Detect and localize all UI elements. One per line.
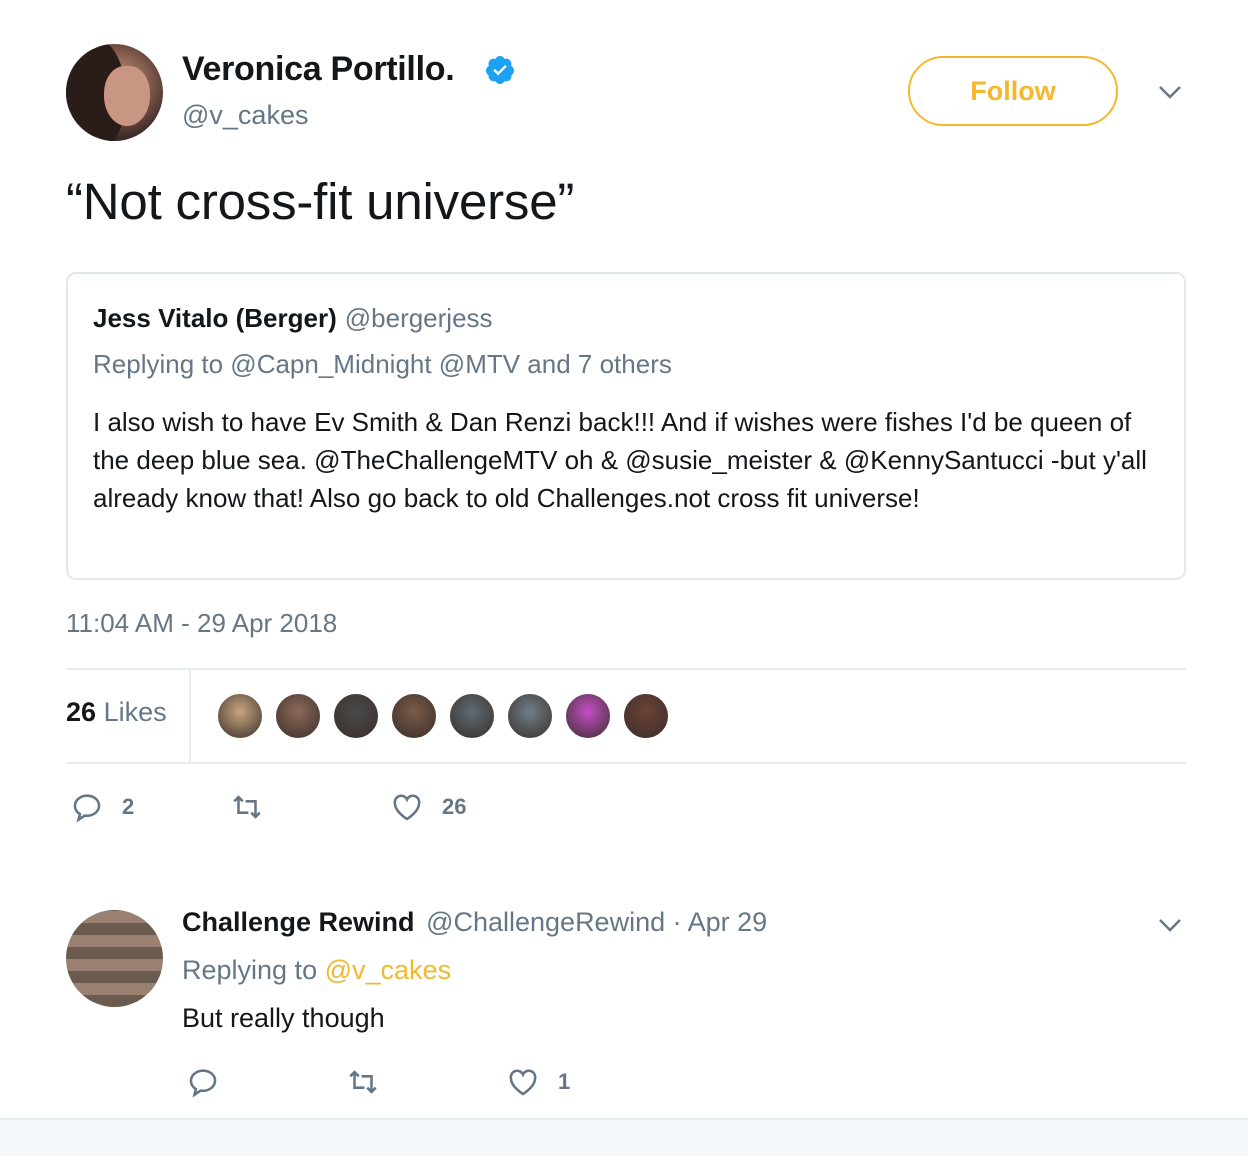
- quoted-tweet-author: Jess Vitalo (Berger) @bergerjess: [93, 303, 493, 334]
- reply-icon: [189, 1069, 217, 1098]
- reply-count: 2: [122, 794, 135, 819]
- liker-avatar[interactable]: [332, 692, 380, 740]
- reply-button[interactable]: [186, 1065, 238, 1099]
- retweet-icon: [233, 795, 261, 819]
- reply-text: But really though: [182, 1003, 385, 1033]
- quoted-author-handle: @bergerjess: [344, 303, 493, 333]
- footer-band: [0, 1118, 1248, 1156]
- tweet-timestamp[interactable]: 11:04 AM - 29 Apr 2018: [66, 608, 337, 639]
- liker-avatar[interactable]: [274, 692, 322, 740]
- like-button[interactable]: 26: [390, 790, 466, 824]
- reply-icon: [73, 794, 101, 823]
- quoted-author-name: Jess Vitalo (Berger): [93, 303, 337, 333]
- reply-replying-to: Replying to @v_cakes: [182, 955, 451, 986]
- like-count: 1: [558, 1069, 571, 1094]
- replying-prefix: Replying to: [182, 955, 318, 985]
- liker-avatar[interactable]: [564, 692, 612, 740]
- follow-button[interactable]: Follow: [908, 56, 1118, 126]
- verified-badge-icon: [485, 56, 514, 84]
- likes-number: 26: [66, 697, 97, 727]
- reply-author-avatar[interactable]: [66, 910, 163, 1007]
- quoted-replying-to: Replying to @Capn_Midnight @MTV and 7 ot…: [93, 349, 672, 379]
- divider: [66, 762, 1186, 764]
- like-count: 26: [442, 794, 467, 819]
- replying-link[interactable]: @v_cakes: [325, 955, 451, 985]
- reply-author-name: Challenge Rewind: [182, 907, 415, 937]
- retweet-button[interactable]: [230, 790, 282, 824]
- retweet-icon: [349, 1070, 377, 1094]
- like-button[interactable]: 1: [506, 1065, 570, 1099]
- retweet-button[interactable]: [346, 1065, 398, 1099]
- heart-icon: [509, 1069, 537, 1096]
- divider-vertical: [189, 670, 191, 762]
- liker-avatar[interactable]: [622, 692, 670, 740]
- liker-avatar[interactable]: [390, 692, 438, 740]
- tweet-text: “Not cross-fit universe”: [66, 173, 575, 230]
- chevron-down-icon[interactable]: [1155, 910, 1185, 940]
- reply-author[interactable]: Challenge Rewind @ChallengeRewind · Apr …: [182, 907, 767, 938]
- likes-label: Likes: [103, 697, 167, 727]
- chevron-down-icon[interactable]: [1155, 77, 1185, 107]
- reply-author-meta: @ChallengeRewind · Apr 29: [426, 907, 768, 937]
- liker-avatar[interactable]: [216, 692, 264, 740]
- liker-avatar[interactable]: [506, 692, 554, 740]
- author-screen-name[interactable]: @v_cakes: [182, 100, 308, 131]
- author-avatar[interactable]: [66, 44, 163, 141]
- reply-button[interactable]: 2: [70, 790, 134, 824]
- quoted-tweet-body: I also wish to have Ev Smith & Dan Renzi…: [93, 407, 1147, 513]
- liker-avatar[interactable]: [448, 692, 496, 740]
- heart-icon: [393, 794, 421, 821]
- author-display-name[interactable]: Veronica Portillo.: [182, 50, 455, 89]
- likes-count[interactable]: 26 Likes: [66, 697, 167, 728]
- divider: [66, 668, 1186, 670]
